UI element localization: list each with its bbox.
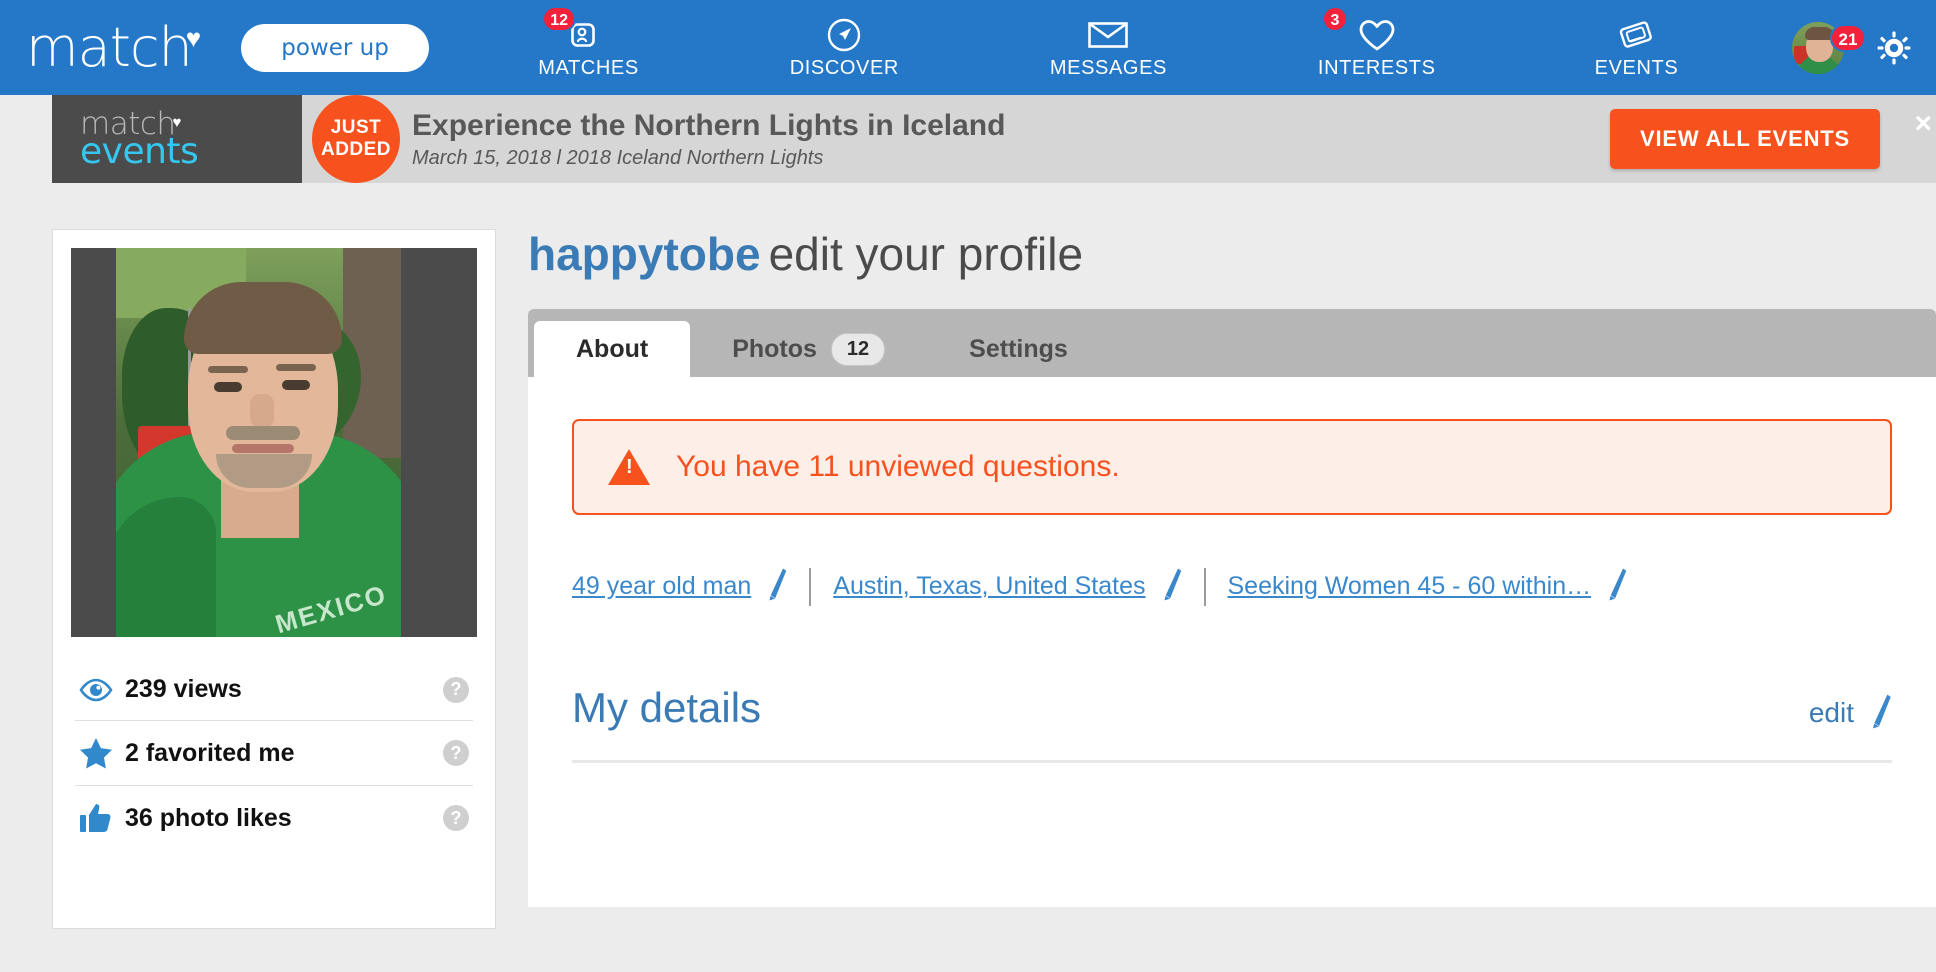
nav-item-matches[interactable]: 12 MATCHES [528,5,649,80]
profile-username: happytobe [528,228,761,280]
nav-label-discover: DISCOVER [789,56,899,79]
pencil-icon [1870,693,1892,734]
pencil-icon[interactable] [1607,567,1627,606]
section-title: My details [572,684,762,731]
tab-photos-label: Photos [732,334,817,363]
just-added-line1: JUST [330,117,382,138]
unviewed-questions-alert[interactable]: You have 11 unviewed questions. [572,419,1892,515]
help-icon[interactable]: ? [443,805,469,831]
gear-icon[interactable] [1874,28,1914,68]
thumbs-up-icon [79,802,125,834]
detail-link-seeking[interactable]: Seeking Women 45 - 60 within… [1228,572,1592,601]
pencil-icon[interactable] [767,567,787,606]
detail-separator [1203,567,1206,606]
nav-item-discover[interactable]: DISCOVER [780,16,909,80]
interests-badge: 3 [1321,5,1348,32]
help-icon[interactable]: ? [443,740,469,766]
brand-wordmark: match [26,15,193,79]
nav-item-messages[interactable]: MESSAGES [1040,16,1177,80]
star-icon [79,737,125,769]
matches-icon [570,16,607,54]
profile-detail-links: 49 year old man Austin, Texas, United St… [572,567,1892,636]
profile-photo-image: MEXICO [116,248,401,637]
heart-icon: ♥ [185,22,202,53]
matches-badge: 12 [542,5,577,32]
banner-title: Experience the Northern Lights in Icelan… [412,108,1006,142]
stat-row-views: 239 views ? [75,659,473,721]
profile-tabs: About Photos 12 Settings [528,309,1936,377]
just-added-flag: JUST ADDED [312,95,400,183]
section-divider [572,759,1892,763]
nav-label-messages: MESSAGES [1049,56,1167,79]
tab-photos[interactable]: Photos 12 [690,321,927,377]
profile-subtitle: edit your profile [768,228,1084,280]
top-navigation-bar: match ♥ power up 12 MATCHES DISCOVER MES… [0,0,1936,95]
profile-sidebar: MEXICO 239 views ? 2 favorited me ? 36 p… [52,229,496,929]
nav-label-events: EVENTS [1594,56,1679,79]
my-details-section-header: My details edit [572,636,1892,734]
profile-stats-list: 239 views ? 2 favorited me ? 36 photo li… [71,637,477,850]
just-added-line2: ADDED [320,139,392,160]
tab-about[interactable]: About [534,321,691,377]
detail-link-location[interactable]: Austin, Texas, United States [833,572,1145,601]
stat-row-favorited: 2 favorited me ? [75,721,473,786]
detail-link-location-group: Austin, Texas, United States [833,567,1203,606]
heart-outline-icon [1358,16,1396,54]
match-logo[interactable]: match ♥ [26,15,202,79]
ticket-icon [1617,16,1655,54]
compass-icon [826,16,862,54]
nav-label-matches: MATCHES [538,56,639,79]
power-up-button[interactable]: power up [241,23,429,72]
events-banner: match♥ events JUST ADDED Experience the … [52,95,1936,183]
detail-link-age-group: 49 year old man [572,567,809,606]
alert-text: You have 11 unviewed questions. [676,450,1120,483]
stat-label-favorited: 2 favorited me [125,738,295,767]
view-all-events-button[interactable]: VIEW ALL EVENTS [1609,109,1880,169]
avatar[interactable]: 21 [1792,21,1866,74]
nav-right-group: 21 [1782,21,1914,74]
detail-separator [809,567,812,606]
warning-icon [608,449,650,485]
about-panel: You have 11 unviewed questions. 49 year … [528,377,1936,907]
avatar-badge: 21 [1830,23,1866,52]
edit-my-details-button[interactable]: edit [1809,693,1892,734]
stat-label-views: 239 views [125,675,242,703]
tab-settings[interactable]: Settings [927,321,1110,377]
primary-nav: 12 MATCHES DISCOVER MESSAGES 3 INTERESTS… [463,0,1782,95]
edit-label: edit [1808,697,1854,728]
nav-item-interests[interactable]: 3 INTERESTS [1308,5,1446,80]
banner-subtitle: March 15, 2018 l 2018 Iceland Northern L… [412,146,824,169]
eye-icon [79,678,125,702]
banner-logo-line2: events [80,130,199,172]
help-icon[interactable]: ? [443,676,469,703]
close-icon[interactable]: × [1914,109,1932,139]
stat-label-photo-likes: 36 photo likes [125,803,292,832]
heart-icon: ♥ [172,114,182,132]
page-body: MEXICO 239 views ? 2 favorited me ? 36 p… [0,183,1936,929]
tab-settings-label: Settings [969,334,1068,363]
tab-about-label: About [576,334,649,363]
match-events-logo: match♥ events [52,95,302,183]
tab-photos-count: 12 [830,332,886,366]
profile-photo[interactable]: MEXICO [71,248,477,637]
stat-row-photo-likes: 36 photo likes ? [75,786,473,850]
detail-link-age[interactable]: 49 year old man [572,572,751,601]
detail-link-seeking-group: Seeking Women 45 - 60 within… [1228,567,1650,606]
pencil-icon[interactable] [1162,567,1182,606]
envelope-icon [1088,16,1129,54]
banner-text-block: Experience the Northern Lights in Icelan… [302,95,1610,183]
nav-item-events[interactable]: EVENTS [1576,16,1696,80]
profile-main: happytobe edit your profile About Photos … [528,229,1936,929]
events-banner-wrapper: match♥ events JUST ADDED Experience the … [0,95,1936,183]
page-title: happytobe edit your profile [528,229,1936,279]
nav-label-interests: INTERESTS [1317,56,1436,79]
